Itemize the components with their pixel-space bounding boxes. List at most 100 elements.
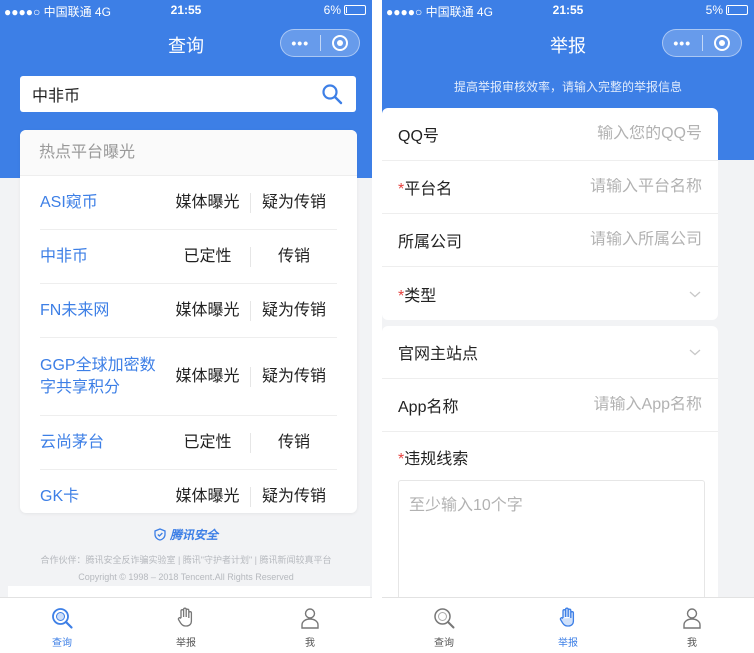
exposure-tag: 已定性 — [165, 432, 251, 453]
battery-icon — [726, 5, 748, 15]
verdict-text: 疑为传销 — [261, 367, 326, 385]
tab-label: 举报 — [176, 638, 196, 649]
verdict-text: 传销 — [277, 247, 310, 265]
hot-list-item[interactable]: FN未来网 媒体曝光 疑为传销 — [40, 284, 337, 338]
platform-name-link[interactable]: 云尚茅台 — [40, 432, 165, 454]
chevron-down-icon — [689, 291, 701, 297]
qq-input[interactable] — [542, 125, 702, 143]
hot-list-item[interactable]: ASI窥币 媒体曝光 疑为传销 — [40, 176, 337, 230]
app-label: App名称 — [398, 399, 459, 416]
company-row: 所属公司 — [382, 214, 718, 267]
type-label: *类型 — [398, 287, 437, 305]
person-icon — [683, 608, 701, 629]
exposure-tag: 媒体曝光 — [165, 300, 251, 321]
tab-label: 查询 — [434, 638, 454, 649]
platform-name-link[interactable]: FN未来网 — [40, 300, 165, 322]
tab-query[interactable]: 查询 — [0, 598, 124, 653]
battery-indicator: 6% — [324, 3, 366, 17]
nav-bar: 查询 ••• — [0, 20, 372, 64]
platform-label: *平台名 — [398, 181, 453, 198]
verdict-text: 疑为传销 — [261, 301, 326, 319]
hot-platform-title: 热点平台曝光 — [20, 130, 357, 176]
person-icon — [301, 608, 319, 629]
raised-hand-icon — [559, 607, 575, 627]
chevron-down-icon — [689, 349, 701, 356]
qq-row: QQ号 — [382, 108, 718, 161]
exposure-tag: 已定性 — [165, 246, 251, 267]
tab-bar: 查询 举报 我 — [0, 597, 372, 653]
exposure-tag: 媒体曝光 — [165, 486, 251, 507]
app-name-input[interactable] — [542, 396, 702, 414]
search-input[interactable] — [32, 85, 320, 103]
hot-list-item[interactable]: GK卡 媒体曝光 疑为传销 — [40, 470, 337, 513]
clue-row: *违规线索 — [382, 432, 718, 482]
tab-report[interactable]: 举报 — [506, 598, 630, 653]
battery-percent: 6% — [323, 3, 341, 17]
magnifier-tab-icon — [52, 608, 73, 629]
report-form-card-basic: QQ号 *平台名 所属公司 *类型 — [382, 108, 718, 320]
clue-label: *违规线索 — [398, 451, 469, 468]
site-select-row[interactable]: 官网主站点 — [382, 326, 718, 379]
verdict-text: 疑为传销 — [261, 487, 326, 505]
exposure-tag: 媒体曝光 — [165, 192, 251, 213]
report-tip-text: 提高举报审核效率，请输入完整的举报信息 — [453, 80, 682, 94]
app-row: App名称 — [382, 379, 718, 432]
more-menu-button[interactable]: ••• — [281, 35, 320, 51]
search-icon[interactable] — [320, 82, 344, 106]
company-label: 所属公司 — [398, 234, 463, 251]
mini-program-capsule: ••• — [280, 29, 360, 57]
status-bar: ●●●●○ 中国联通 4G 21:55 6% — [0, 0, 372, 20]
brand-line: 腾讯安全 — [0, 526, 372, 543]
qq-label: QQ号 — [398, 128, 439, 145]
target-icon — [331, 35, 348, 51]
tab-label: 我 — [687, 638, 697, 649]
search-bar — [20, 76, 356, 112]
copyright-text: Copyright © 1998 – 2018 Tencent.All Righ… — [78, 572, 294, 582]
company-input[interactable] — [542, 231, 702, 249]
platform-name-link[interactable]: ASI窥币 — [40, 192, 165, 214]
close-mini-program-button[interactable] — [702, 35, 741, 51]
tab-label: 我 — [305, 638, 315, 649]
platform-name-input[interactable] — [542, 178, 702, 196]
tab-label: 查询 — [52, 638, 72, 649]
query-screen: ●●●●○ 中国联通 4G 21:55 6% 查询 ••• 热点平台曝光 ASI… — [0, 0, 372, 653]
clock-text: 21:55 — [552, 3, 584, 17]
hot-list-item[interactable]: 云尚茅台 已定性 传销 — [40, 416, 337, 470]
target-icon — [713, 35, 730, 51]
battery-indicator: 5% — [706, 3, 748, 17]
tab-me[interactable]: 我 — [248, 598, 372, 653]
tab-bar: 查询 举报 我 — [382, 597, 754, 653]
hot-list-item[interactable]: 中非币 已定性 传销 — [40, 230, 337, 284]
hot-list-item[interactable]: GGP全球加密数字共享积分 媒体曝光 疑为传销 — [40, 338, 337, 416]
screen-gap — [372, 0, 382, 653]
mini-program-capsule: ••• — [662, 29, 742, 57]
platform-name-link[interactable]: GK卡 — [40, 486, 165, 508]
type-select-row[interactable]: *类型 — [382, 267, 718, 320]
partners-text: 合作伙伴：腾讯安全反诈骗实验室 | 腾讯"守护者计划" | 腾讯新闻较真平台 — [40, 555, 332, 565]
page-footer: 腾讯安全 合作伙伴：腾讯安全反诈骗实验室 | 腾讯"守护者计划" | 腾讯新闻较… — [0, 526, 372, 582]
close-mini-program-button[interactable] — [320, 35, 359, 51]
tab-label: 举报 — [558, 638, 578, 649]
clue-textarea[interactable] — [398, 480, 705, 606]
platform-name-link[interactable]: 中非币 — [40, 246, 165, 268]
status-bar: ●●●●○ 中国联通 4G 21:55 5% — [382, 0, 754, 20]
clock-text: 21:55 — [170, 3, 202, 17]
battery-percent: 5% — [705, 3, 723, 17]
raised-hand-icon — [177, 607, 193, 627]
platform-name-link[interactable]: GGP全球加密数字共享积分 — [40, 355, 165, 399]
nav-bar: 举报 ••• — [382, 20, 754, 64]
more-menu-button[interactable]: ••• — [663, 35, 702, 51]
report-form-card-detail: 官网主站点 App名称 *违规线索 — [382, 326, 718, 606]
report-screen: ●●●●○ 中国联通 4G 21:55 5% 举报 ••• 提高举报审核效率，请… — [382, 0, 754, 653]
verdict-text: 传销 — [277, 433, 310, 451]
hot-platform-card: 热点平台曝光 ASI窥币 媒体曝光 疑为传销 中非币 已定性 传销 FN未来网 … — [20, 130, 357, 513]
tab-query[interactable]: 查询 — [382, 598, 506, 653]
tab-me[interactable]: 我 — [630, 598, 754, 653]
battery-icon — [344, 5, 366, 15]
shield-icon — [154, 528, 166, 541]
tab-report[interactable]: 举报 — [124, 598, 248, 653]
verdict-text: 疑为传销 — [261, 193, 326, 211]
platform-row: *平台名 — [382, 161, 718, 214]
brand-text: 腾讯安全 — [169, 528, 218, 542]
site-label: 官网主站点 — [398, 346, 479, 363]
